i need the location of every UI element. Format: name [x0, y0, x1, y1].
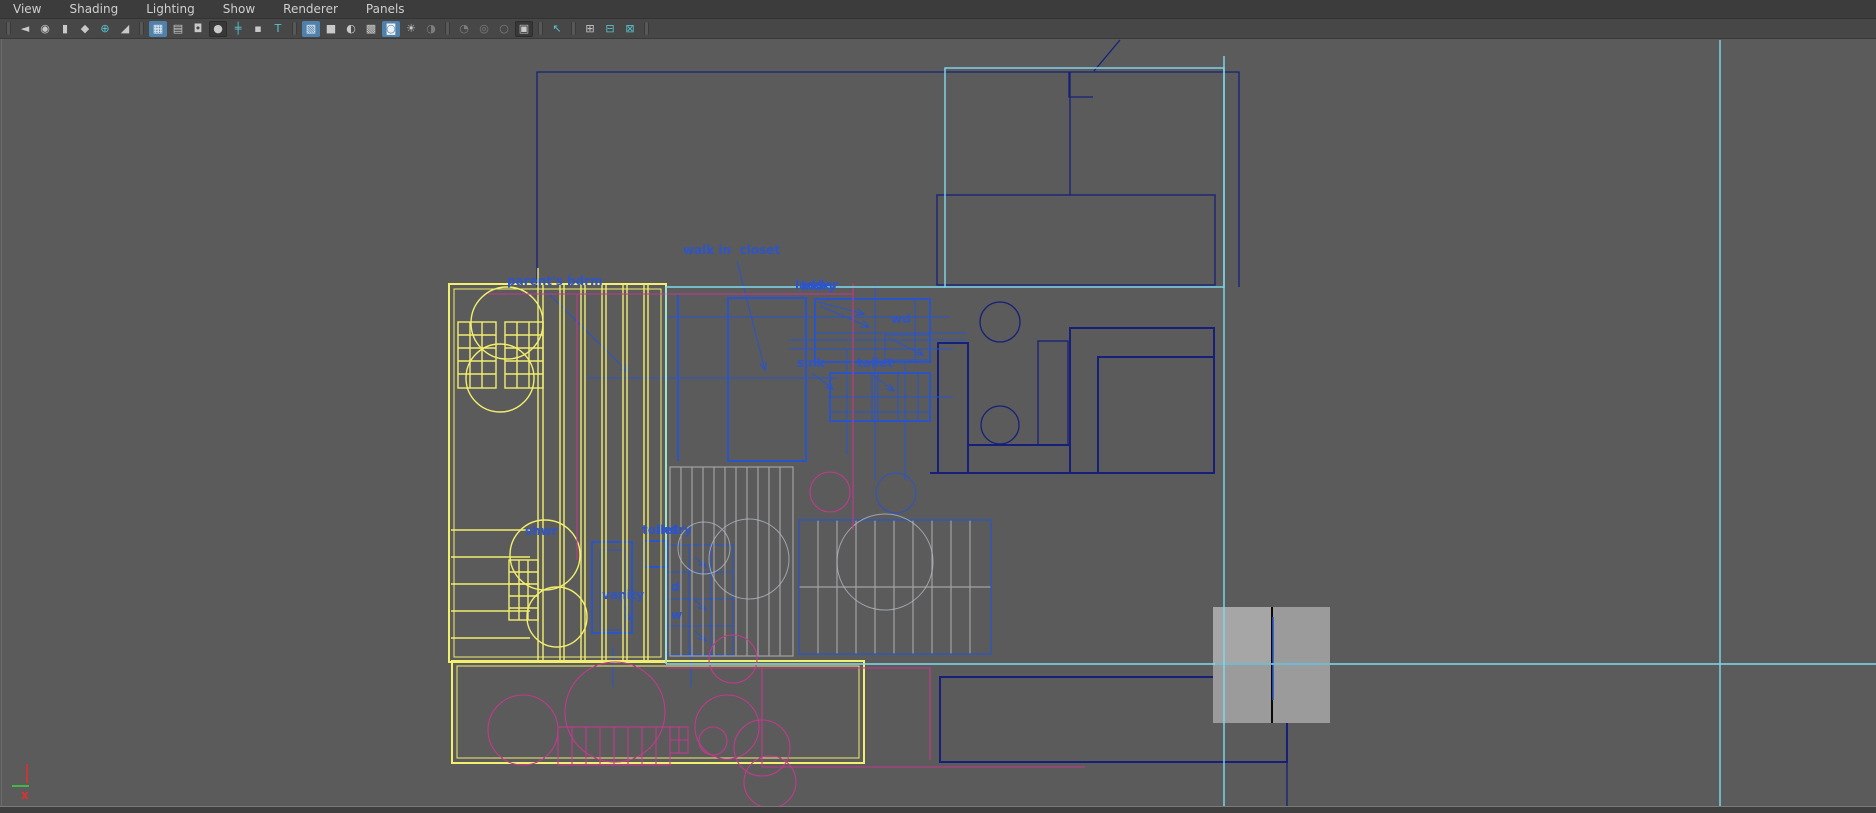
label-walk-in-closet: walk in closet [683, 243, 780, 257]
toolbar-separator [6, 22, 11, 35]
panel-toolbar: ◄ ◉ ▮ ◆ ⊕ ◢ ▦ ▤ ◘ ● ╪ ▪ T ▧ ■ ◐ ▩ ◙ ☀ ◑ ◔ ◎ ○ ▣ ↖ ⊞ ⊟ ⊠ [0, 19, 1876, 39]
bookmark-icon[interactable]: ▮ [56, 21, 74, 37]
toolbar-group: ↖ [547, 21, 567, 37]
motion-blur-icon[interactable]: ◎ [475, 21, 493, 37]
label-lndry-2: lndry [657, 523, 692, 537]
toolbar-separator [445, 22, 450, 35]
toolbar-group: ◄ ◉ ▮ ◆ ⊕ ◢ [15, 21, 135, 37]
wireframe-cube-icon[interactable]: ▧ [302, 20, 320, 37]
checker-sphere-icon[interactable]: ◙ [382, 20, 400, 37]
panel-menu-bar: View Shading Lighting Show Renderer Panels [0, 0, 1876, 19]
axis-gizmo-lines [12, 764, 29, 787]
toolbar-separator [292, 22, 297, 35]
xray-icon[interactable]: ◔ [455, 21, 473, 37]
image-plane-icon[interactable]: ▣ [515, 20, 533, 37]
menu-item-lighting[interactable]: Lighting [133, 0, 210, 18]
label-lndry: lndry [801, 279, 836, 293]
axis-x-label: x [21, 788, 29, 802]
toolbar-separator [139, 22, 144, 35]
stair-grids [669, 466, 991, 657]
move-tool-icon[interactable]: ⊕ [96, 21, 114, 37]
menu-item-view[interactable]: View [0, 0, 56, 18]
manip-layout-icon[interactable]: ╪ [229, 21, 247, 37]
toolbar-group: ▧ ■ ◐ ▩ ◙ ☀ ◑ [301, 20, 441, 37]
shadow-sphere-icon[interactable]: ◑ [422, 21, 440, 37]
sphere-dark-icon[interactable]: ● [209, 20, 227, 37]
label-w: w [671, 608, 683, 622]
menu-item-show[interactable]: Show [210, 0, 270, 18]
gray-cross-square [1213, 607, 1330, 723]
menu-item-shading[interactable]: Shading [56, 0, 133, 18]
window-bottom-edge [0, 806, 1876, 813]
label-vanity: vanity [602, 588, 645, 602]
grid-layout-icon[interactable]: ▦ [149, 20, 167, 37]
dot-layout-icon[interactable]: ▪ [249, 21, 267, 37]
shaded-cube-icon[interactable]: ■ [322, 21, 340, 37]
textured-cube-icon[interactable]: ▩ [362, 21, 380, 37]
text-tool-icon[interactable]: T [269, 21, 287, 37]
light-bulb-icon[interactable]: ☀ [402, 21, 420, 37]
label-wd: wd [891, 312, 911, 326]
toolbar-group: ◔ ◎ ○ ▣ [454, 20, 534, 37]
persp-layout-icon[interactable]: ◘ [189, 21, 207, 37]
maya-viewport-window: View Shading Lighting Show Renderer Panels ◄ ◉… [0, 0, 1876, 813]
viewport-left-edge [1, 38, 2, 807]
camera-aim-icon[interactable]: ◉ [36, 21, 54, 37]
paste-layer-icon[interactable]: ⊟ [601, 21, 619, 37]
select-cursor-icon[interactable]: ↖ [548, 21, 566, 37]
ring-icon[interactable]: ○ [495, 21, 513, 37]
navy-walls [536, 39, 1288, 811]
copy-layer-icon[interactable]: ⊞ [581, 21, 599, 37]
yellow-bedroom-wireframe [448, 268, 865, 764]
toolbar-separator [644, 22, 649, 35]
toolbar-separator [538, 22, 543, 35]
half-sphere-icon[interactable]: ◐ [342, 21, 360, 37]
camcorder-icon[interactable]: ◄ [16, 21, 34, 37]
toolbar-group: ⊞ ⊟ ⊠ [580, 21, 640, 37]
wireframe-floorplan [12, 39, 1876, 813]
label-d: d [671, 580, 680, 594]
film-layout-icon[interactable]: ▤ [169, 21, 187, 37]
viewport-3d[interactable]: rh_3:camera1 x y z parent's bdrmwalk in … [0, 38, 1876, 813]
isolate-select-icon[interactable]: ⊠ [621, 21, 639, 37]
brush-tool-icon[interactable]: ◢ [116, 21, 134, 37]
label-parents-bdrm: parent's bdrm [507, 274, 603, 288]
menu-item-renderer[interactable]: Renderer [270, 0, 353, 18]
toolbar-separator [571, 22, 576, 35]
label-shwr: shwr [525, 524, 558, 538]
door-swing-arcs [677, 513, 934, 611]
label-sink: sink [797, 356, 825, 370]
label-toilet: toilet [857, 356, 894, 370]
ink-pen-icon[interactable]: ◆ [76, 21, 94, 37]
toolbar-group: ▦ ▤ ◘ ● ╪ ▪ T [148, 20, 288, 37]
menu-item-panels[interactable]: Panels [353, 0, 420, 18]
